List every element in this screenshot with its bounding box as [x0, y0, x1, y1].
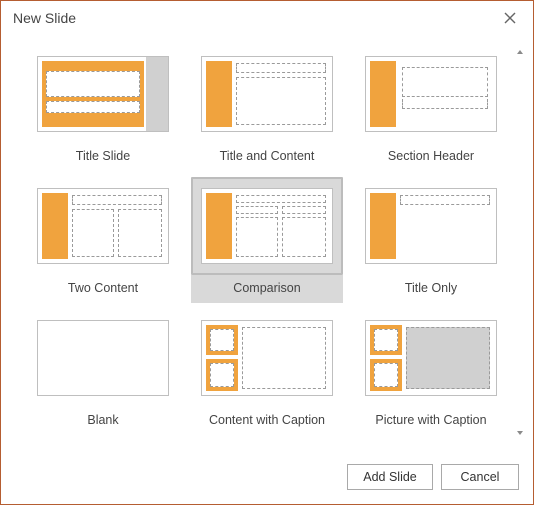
- new-slide-dialog: New Slide Title Slide: [0, 0, 534, 505]
- layout-option-blank[interactable]: Blank: [27, 309, 179, 435]
- close-button[interactable]: [495, 6, 525, 30]
- layout-option-comparison[interactable]: Comparison: [191, 177, 343, 303]
- layout-option-title-and-content[interactable]: Title and Content: [191, 45, 343, 171]
- layout-option-content-with-caption[interactable]: Content with Caption: [191, 309, 343, 435]
- add-slide-button[interactable]: Add Slide: [347, 464, 433, 490]
- cancel-button[interactable]: Cancel: [441, 464, 519, 490]
- layout-option-two-content[interactable]: Two Content: [27, 177, 179, 303]
- layout-option-title-slide[interactable]: Title Slide: [27, 45, 179, 171]
- layout-label: Section Header: [355, 149, 507, 169]
- close-icon: [504, 12, 516, 24]
- chevron-down-icon: [516, 429, 524, 437]
- dialog-footer: Add Slide Cancel: [1, 450, 533, 504]
- scroll-up-arrow[interactable]: [513, 45, 527, 59]
- scrollbar[interactable]: [513, 45, 527, 440]
- chevron-up-icon: [516, 48, 524, 56]
- layout-label: Title and Content: [191, 149, 343, 169]
- layout-option-picture-with-caption[interactable]: Picture with Caption: [355, 309, 507, 435]
- layout-label: Title Only: [355, 281, 507, 301]
- titlebar: New Slide: [1, 1, 533, 35]
- layout-label: Picture with Caption: [355, 413, 507, 433]
- scroll-down-arrow[interactable]: [513, 426, 527, 440]
- layout-grid: Title Slide Title and Content: [27, 45, 513, 435]
- dialog-body: Title Slide Title and Content: [1, 35, 533, 450]
- layout-option-section-header[interactable]: Section Header: [355, 45, 507, 171]
- layout-option-title-only[interactable]: Title Only: [355, 177, 507, 303]
- layout-label: Title Slide: [27, 149, 179, 169]
- layout-label: Comparison: [191, 281, 343, 301]
- layout-label: Blank: [27, 413, 179, 433]
- layout-label: Content with Caption: [191, 413, 343, 433]
- layout-label: Two Content: [27, 281, 179, 301]
- dialog-title: New Slide: [13, 10, 76, 26]
